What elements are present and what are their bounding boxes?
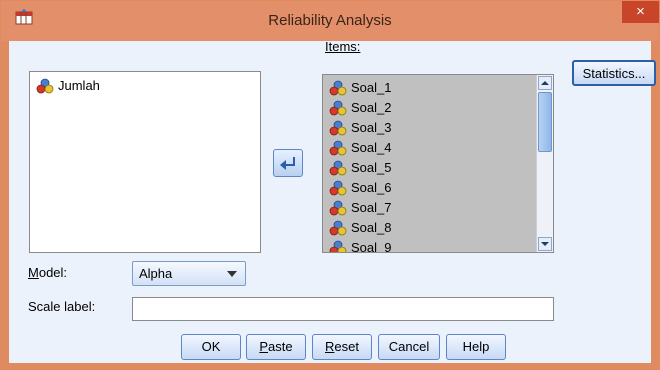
scale-variable-icon [329, 120, 347, 136]
items-scrollbar[interactable] [536, 75, 553, 252]
model-label-rest: odel: [38, 265, 68, 280]
items-list-item[interactable]: Soal_5 [323, 158, 553, 178]
ok-button[interactable]: OK [181, 334, 241, 360]
window-title: Reliability Analysis [268, 12, 392, 29]
ok-label: OK [201, 339, 221, 354]
chevron-down-icon [227, 271, 237, 277]
scroll-up-button[interactable] [538, 76, 552, 90]
reset-label-rest: eset [334, 339, 359, 354]
scale-variable-icon [329, 80, 347, 96]
items-list-item-label: Soal_1 [351, 80, 392, 95]
paste-label-rest: aste [268, 339, 293, 354]
paste-button[interactable]: Paste [246, 334, 306, 360]
scroll-down-icon [541, 242, 549, 246]
scale-variable-icon [329, 160, 347, 176]
items-list-item-label: Soal_9 [351, 240, 392, 253]
dialog-body: Jumlah Items: Soal_1 Soal_2 Soal_3 Soal_4 So… [9, 39, 656, 363]
scroll-up-icon [541, 81, 549, 85]
scale-variable-icon [329, 180, 347, 196]
move-arrow-icon [280, 157, 295, 170]
scale-variable-icon [36, 78, 54, 94]
paste-label-first: P [259, 339, 269, 354]
items-list-item-label: Soal_4 [351, 140, 392, 155]
items-list-item-label: Soal_7 [351, 200, 392, 215]
scroll-down-button[interactable] [538, 237, 552, 251]
model-select[interactable]: Alpha [132, 261, 246, 286]
scale-variable-icon [329, 140, 347, 156]
items-list-item-label: Soal_8 [351, 220, 392, 235]
source-variable-list[interactable]: Jumlah [29, 71, 261, 253]
items-list-item-label: Soal_2 [351, 100, 392, 115]
cancel-button[interactable]: Cancel [378, 334, 440, 360]
items-list-item[interactable]: Soal_6 [323, 178, 553, 198]
scale-variable-icon [329, 240, 347, 252]
scale-variable-icon [329, 220, 347, 236]
scale-variable-icon [329, 100, 347, 116]
items-label-text: Items: [325, 39, 361, 54]
items-list-item-label: Soal_3 [351, 120, 392, 135]
title-bar[interactable]: Reliability Analysis × [1, 1, 659, 41]
model-label: Model: [28, 265, 68, 280]
items-label: Items: [325, 39, 360, 54]
cancel-label: Cancel [388, 339, 430, 354]
help-button[interactable]: Help [446, 334, 506, 360]
reliability-analysis-dialog: Reliability Analysis × Jumlah Items: Soa… [0, 0, 660, 370]
source-variable-item-label: Jumlah [58, 78, 100, 93]
items-list-item[interactable]: Soal_2 [323, 98, 553, 118]
items-list[interactable]: Soal_1 Soal_2 Soal_3 Soal_4 Soal_5 Soal_6 Soal… [322, 74, 554, 253]
scroll-thumb[interactable] [538, 92, 552, 152]
reset-label-first: R [325, 339, 335, 354]
scale-variable-icon [329, 200, 347, 216]
statistics-label: Statistics... [582, 66, 646, 81]
items-list-item[interactable]: Soal_9 [323, 238, 553, 253]
items-list-item[interactable]: Soal_1 [323, 78, 553, 98]
model-value: Alpha [139, 266, 173, 281]
move-to-items-button[interactable] [273, 149, 303, 177]
items-list-item[interactable]: Soal_7 [323, 198, 553, 218]
scale-label-label: Scale label: [28, 299, 96, 314]
help-label: Help [462, 339, 490, 354]
items-list-item-label: Soal_6 [351, 180, 392, 195]
items-list-item-label: Soal_5 [351, 160, 392, 175]
items-list-item[interactable]: Soal_4 [323, 138, 553, 158]
source-variable-item[interactable]: Jumlah [30, 76, 260, 96]
close-button[interactable]: × [622, 1, 659, 23]
close-icon: × [636, 3, 645, 20]
reset-button[interactable]: Reset [312, 334, 372, 360]
items-list-item[interactable]: Soal_3 [323, 118, 553, 138]
items-list-item[interactable]: Soal_8 [323, 218, 553, 238]
statistics-button[interactable]: Statistics... [572, 60, 656, 86]
scale-label-input[interactable] [132, 297, 554, 321]
